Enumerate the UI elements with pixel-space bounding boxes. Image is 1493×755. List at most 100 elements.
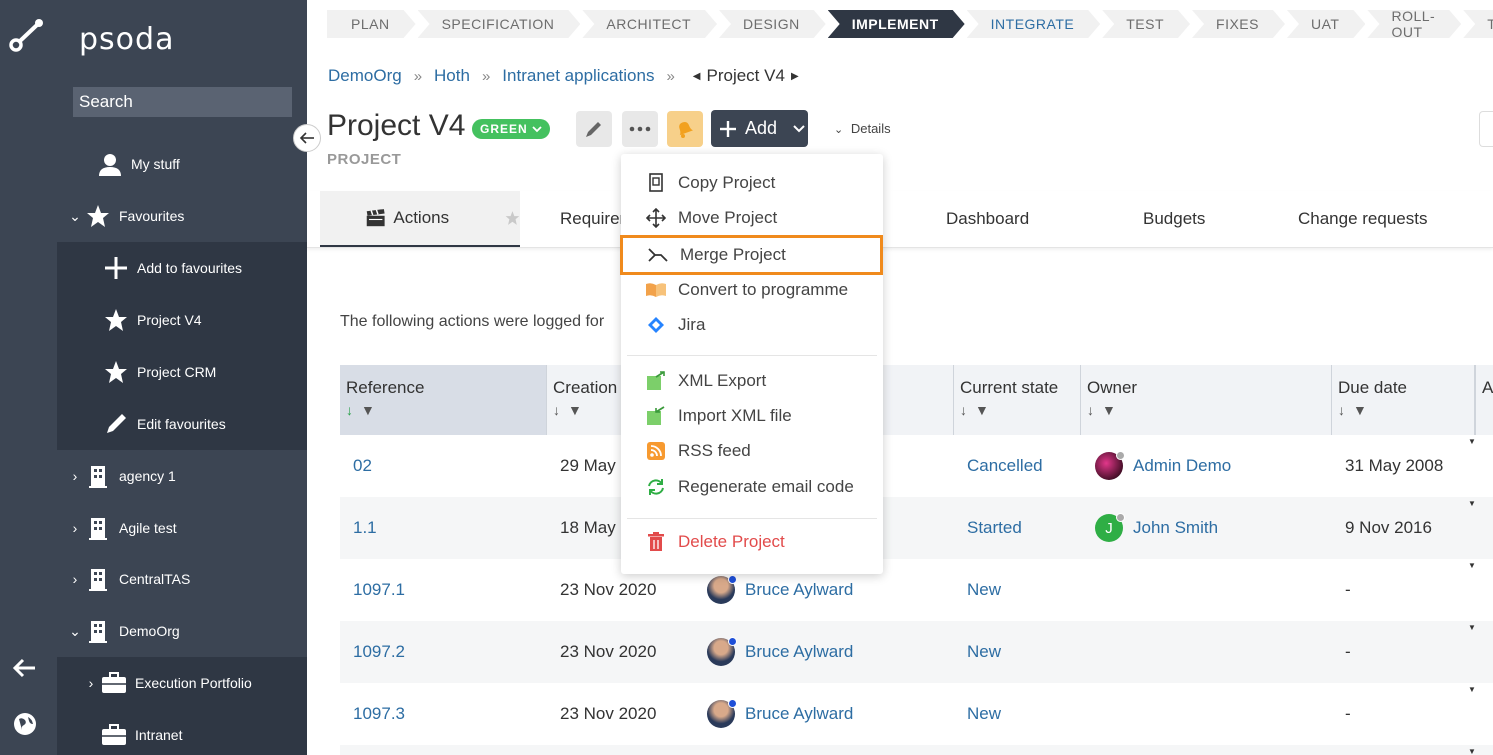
row-menu-caret-icon[interactable]: ▼ bbox=[1468, 747, 1476, 755]
sidebar-item-my-stuff[interactable]: My stuff bbox=[57, 138, 307, 190]
stage-test[interactable]: TEST bbox=[1102, 10, 1190, 38]
panel-toggle-button[interactable] bbox=[1479, 111, 1493, 147]
tab-change-requests[interactable]: Change requests bbox=[1298, 191, 1427, 247]
breadcrumb-link[interactable]: Intranet applications bbox=[502, 66, 654, 86]
breadcrumb-link[interactable]: DemoOrg bbox=[328, 66, 402, 86]
edit-button[interactable] bbox=[576, 111, 612, 147]
filter-icon[interactable]: ▼ bbox=[568, 402, 582, 418]
reference-cell[interactable]: 02 bbox=[353, 435, 372, 497]
chevron-right-icon[interactable]: › bbox=[67, 571, 83, 587]
globe-icon[interactable] bbox=[12, 711, 38, 737]
more-options-button[interactable] bbox=[622, 111, 658, 147]
menu-item-delete-project[interactable]: Delete Project bbox=[621, 525, 883, 559]
menu-item-jira[interactable]: Jira bbox=[621, 308, 883, 342]
reference-cell[interactable]: 1097.1 bbox=[353, 559, 405, 621]
state-cell[interactable]: New bbox=[967, 559, 1001, 621]
star-icon[interactable] bbox=[505, 208, 520, 228]
notifications-button[interactable] bbox=[667, 111, 703, 147]
filter-icon[interactable]: ▼ bbox=[361, 402, 375, 418]
state-cell[interactable]: Cancelled bbox=[967, 435, 1043, 497]
back-arrow-icon[interactable] bbox=[12, 656, 38, 680]
filter-icon[interactable]: ▼ bbox=[1102, 402, 1116, 418]
table-row[interactable]: 02 29 May Cancelled Admin Demo 31 May 20… bbox=[340, 435, 1493, 497]
chevron-right-icon[interactable]: › bbox=[67, 520, 83, 536]
column-header-current-state[interactable]: Current state ↓ ▼ bbox=[954, 365, 1081, 435]
owner-name[interactable]: John Smith bbox=[1133, 518, 1218, 538]
row-menu-caret-icon[interactable]: ▼ bbox=[1468, 685, 1476, 694]
stage-specification[interactable]: SPECIFICATION bbox=[418, 10, 581, 38]
stage-plan[interactable]: PLAN bbox=[327, 10, 416, 38]
tab-dashboard[interactable]: Dashboard bbox=[946, 191, 1029, 247]
menu-item-convert-to-programme[interactable]: Convert to programme bbox=[621, 273, 883, 307]
owner-cell[interactable]: J John Smith bbox=[1095, 497, 1218, 559]
row-menu-caret-icon[interactable]: ▼ bbox=[1468, 561, 1476, 570]
table-row[interactable]: 1097.2 23 Nov 2020 Bruce Aylward New - ▼ bbox=[340, 621, 1493, 683]
person-cell[interactable]: Bruce Aylward bbox=[707, 683, 853, 745]
column-header-due-date[interactable]: Due date ↓ ▼ bbox=[1332, 365, 1475, 435]
reference-cell[interactable]: 1.1 bbox=[353, 497, 377, 559]
menu-item-import-xml[interactable]: Import XML file bbox=[621, 399, 883, 433]
sidebar-item-execution-portfolio[interactable]: › Execution Portfolio bbox=[57, 657, 307, 709]
state-cell[interactable]: Started bbox=[967, 497, 1022, 559]
breadcrumb-link[interactable]: Hoth bbox=[434, 66, 470, 86]
person-name[interactable]: Bruce Aylward bbox=[745, 642, 853, 662]
state-cell[interactable]: New bbox=[967, 683, 1001, 745]
add-button[interactable]: Add bbox=[711, 110, 808, 147]
sort-arrow-icon[interactable]: ↓ bbox=[1338, 402, 1345, 418]
psoda-logo-icon[interactable] bbox=[8, 16, 46, 54]
stage-fixes[interactable]: FIXES bbox=[1192, 10, 1285, 38]
sidebar-item-project-v4[interactable]: Project V4 bbox=[57, 294, 307, 346]
filter-icon[interactable]: ▼ bbox=[1353, 402, 1367, 418]
sidebar-item-demoorg[interactable]: ⌄ DemoOrg bbox=[57, 605, 307, 657]
menu-item-rss-feed[interactable]: RSS feed bbox=[621, 434, 883, 468]
sort-arrow-icon[interactable]: ↓ bbox=[960, 402, 967, 418]
table-row[interactable]: 1097.3 23 Nov 2020 Bruce Aylward New - ▼ bbox=[340, 683, 1493, 745]
table-row[interactable]: 1097.1 23 Nov 2020 Bruce Aylward New - ▼ bbox=[340, 559, 1493, 621]
sidebar-item-favourites[interactable]: ⌄ Favourites bbox=[57, 190, 307, 242]
reference-cell[interactable]: 1097.2 bbox=[353, 621, 405, 683]
menu-item-xml-export[interactable]: XML Export bbox=[621, 364, 883, 398]
status-badge[interactable]: GREEN bbox=[472, 119, 550, 139]
state-cell[interactable]: New bbox=[967, 621, 1001, 683]
menu-item-merge-project[interactable]: Merge Project bbox=[620, 235, 883, 275]
stage-architect[interactable]: ARCHITECT bbox=[582, 10, 717, 38]
stage-roll-out[interactable]: ROLL-OUT bbox=[1367, 10, 1461, 38]
row-menu-caret-icon[interactable]: ▼ bbox=[1468, 437, 1476, 446]
sidebar-item-agile-test[interactable]: › Agile test bbox=[57, 502, 307, 554]
sort-down-arrow-icon[interactable]: ↓ bbox=[346, 402, 353, 418]
chevron-right-icon[interactable]: › bbox=[83, 675, 99, 691]
stage-integrate[interactable]: INTEGRATE bbox=[967, 10, 1101, 38]
sidebar-item-agency-1[interactable]: › agency 1 bbox=[57, 450, 307, 502]
triangle-right-icon[interactable]: ▶ bbox=[791, 71, 799, 82]
column-header-owner[interactable]: Owner ↓ ▼ bbox=[1081, 365, 1332, 435]
triangle-left-icon[interactable]: ◀ bbox=[693, 71, 701, 82]
stage-tr[interactable]: TR bbox=[1463, 10, 1493, 38]
menu-item-copy-project[interactable]: Copy Project bbox=[621, 166, 883, 200]
person-cell[interactable]: Bruce Aylward bbox=[707, 621, 853, 683]
details-toggle[interactable]: ⌄ Details bbox=[834, 121, 891, 136]
table-row[interactable]: 1.1 18 May 2 Started J John Smith 9 Nov … bbox=[340, 497, 1493, 559]
tab-budgets[interactable]: Budgets bbox=[1143, 191, 1205, 247]
chevron-down-icon[interactable]: ⌄ bbox=[67, 208, 83, 225]
person-name[interactable]: Bruce Aylward bbox=[745, 580, 853, 600]
owner-cell[interactable]: Admin Demo bbox=[1095, 435, 1231, 497]
filter-icon[interactable]: ▼ bbox=[975, 402, 989, 418]
sidebar-item-centraltas[interactable]: › CentralTAS bbox=[57, 553, 307, 605]
search-input[interactable] bbox=[73, 87, 292, 117]
stage-uat[interactable]: UAT bbox=[1287, 10, 1365, 38]
tab-actions[interactable]: Actions bbox=[320, 191, 520, 247]
chevron-down-icon[interactable]: ⌄ bbox=[67, 623, 83, 640]
owner-name[interactable]: Admin Demo bbox=[1133, 456, 1231, 476]
chevron-right-icon[interactable]: › bbox=[67, 468, 83, 484]
row-menu-caret-icon[interactable]: ▼ bbox=[1468, 499, 1476, 508]
menu-item-move-project[interactable]: Move Project bbox=[621, 201, 883, 235]
sort-arrow-icon[interactable]: ↓ bbox=[1087, 402, 1094, 418]
collapse-sidebar-button[interactable] bbox=[293, 124, 321, 152]
sidebar-item-edit-favourites[interactable]: Edit favourites bbox=[57, 398, 307, 450]
reference-cell[interactable]: 1097.3 bbox=[353, 683, 405, 745]
person-name[interactable]: Bruce Aylward bbox=[745, 704, 853, 724]
row-menu-caret-icon[interactable]: ▼ bbox=[1468, 623, 1476, 632]
stage-implement[interactable]: IMPLEMENT bbox=[828, 10, 965, 38]
menu-item-regenerate-email-code[interactable]: Regenerate email code bbox=[621, 470, 883, 504]
sidebar-item-intranet[interactable]: Intranet bbox=[57, 709, 307, 755]
